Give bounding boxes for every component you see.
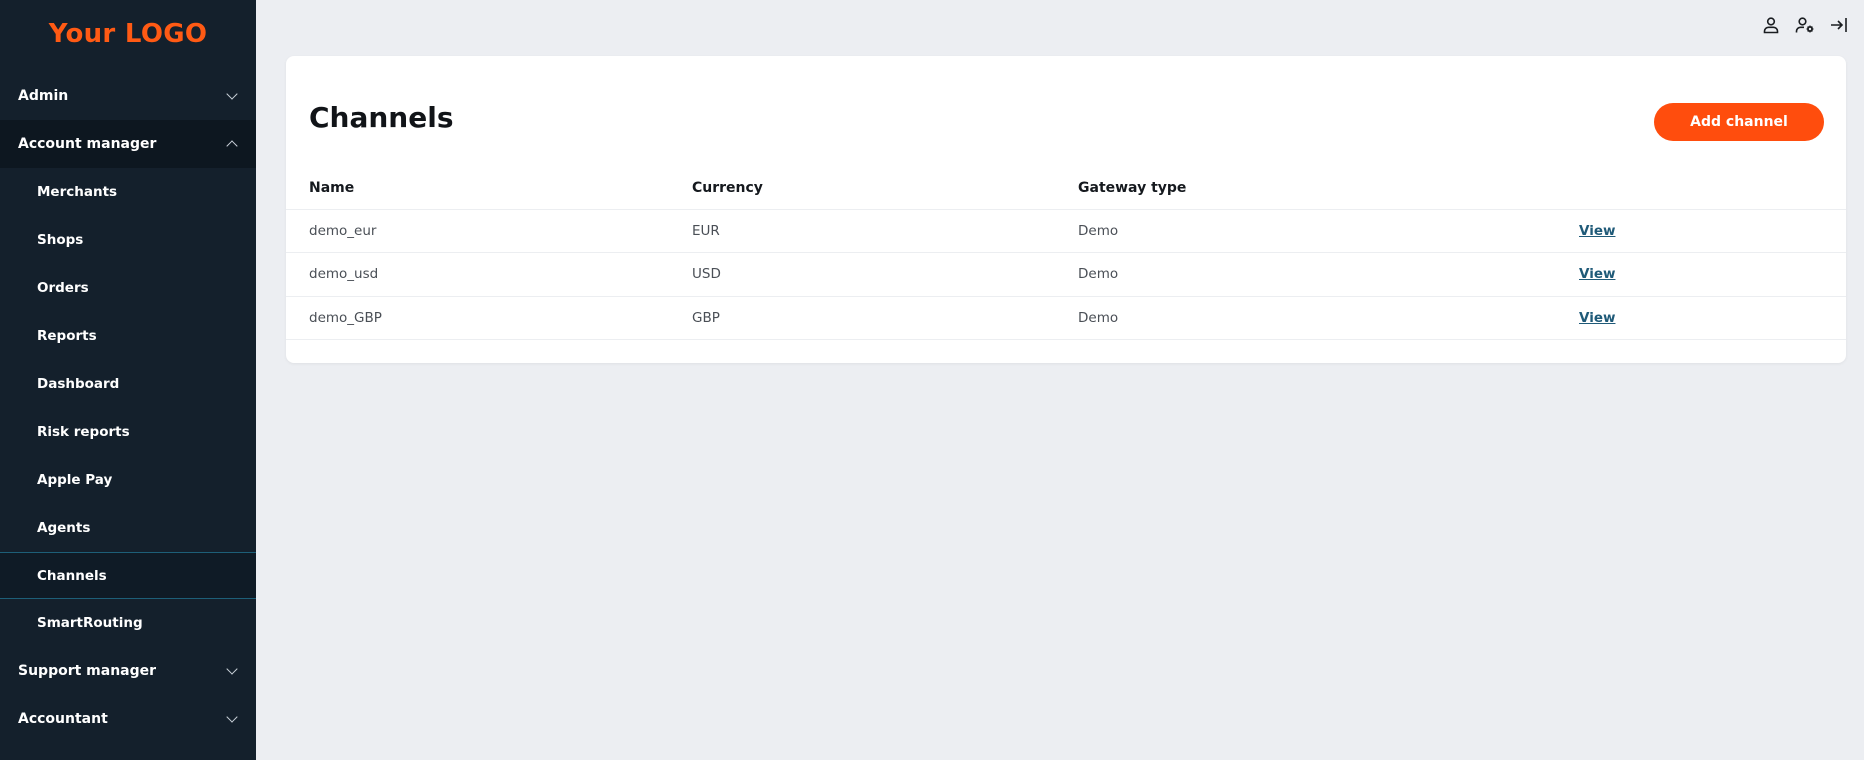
table-row: demo_usd USD Demo View: [286, 252, 1846, 297]
view-link[interactable]: View: [1579, 223, 1615, 239]
chevron-down-icon: [226, 663, 238, 675]
view-link[interactable]: View: [1579, 310, 1615, 326]
sidebar-item-risk-reports[interactable]: Risk reports: [0, 408, 256, 456]
sidebar-item-merchants[interactable]: Merchants: [0, 168, 256, 216]
channels-table: Name Currency Gateway type demo_eur EUR …: [286, 164, 1846, 340]
sidebar-item-agents[interactable]: Agents: [0, 504, 256, 552]
column-header-gateway-type: Gateway type: [1078, 164, 1579, 210]
table-row: demo_eur EUR Demo View: [286, 209, 1846, 253]
cell-gateway-type: Demo: [1078, 252, 1579, 297]
logout-icon[interactable]: [1828, 14, 1850, 36]
column-header-name: Name: [286, 164, 692, 210]
column-header-currency: Currency: [692, 164, 1078, 210]
chevron-down-icon: [226, 711, 238, 723]
cell-currency: USD: [692, 252, 1078, 297]
page-title: Channels: [309, 101, 454, 134]
sidebar-item-apple-pay[interactable]: Apple Pay: [0, 456, 256, 504]
cell-action: View: [1579, 209, 1846, 253]
chevron-up-icon: [226, 140, 238, 152]
user-settings-icon[interactable]: [1794, 14, 1816, 36]
nav-group-admin[interactable]: Admin: [0, 72, 256, 120]
nav-group-support-manager[interactable]: Support manager: [0, 647, 256, 695]
add-channel-button[interactable]: Add channel: [1654, 103, 1824, 141]
nav-group-account-manager[interactable]: Account manager: [0, 120, 256, 168]
cell-name: demo_GBP: [286, 296, 692, 340]
sidebar-item-orders[interactable]: Orders: [0, 264, 256, 312]
view-link[interactable]: View: [1579, 266, 1615, 282]
user-icon[interactable]: [1760, 14, 1782, 36]
nav-group-label: Admin: [18, 88, 69, 104]
sidebar-item-shops[interactable]: Shops: [0, 216, 256, 264]
sidebar: Your LOGO Admin Account manager Merchant…: [0, 0, 256, 760]
cell-action: View: [1579, 252, 1846, 297]
logo: Your LOGO: [48, 19, 208, 49]
nav-group-label: Accountant: [18, 711, 108, 727]
cell-action: View: [1579, 296, 1846, 340]
sidebar-item-dashboard[interactable]: Dashboard: [0, 360, 256, 408]
nav-group-label: Support manager: [18, 663, 157, 679]
cell-gateway-type: Demo: [1078, 209, 1579, 253]
topbar-icons: [1760, 14, 1850, 36]
cell-currency: GBP: [692, 296, 1078, 340]
chevron-down-icon: [226, 88, 238, 100]
cell-gateway-type: Demo: [1078, 296, 1579, 340]
sidebar-item-smartrouting[interactable]: SmartRouting: [0, 599, 256, 647]
table-row: demo_GBP GBP Demo View: [286, 296, 1846, 340]
channels-card: Channels Add channel Name Currency Gatew…: [286, 56, 1846, 363]
sidebar-item-channels[interactable]: Channels: [0, 552, 256, 599]
column-header-action: [1579, 164, 1846, 210]
cell-currency: EUR: [692, 209, 1078, 253]
cell-name: demo_usd: [286, 252, 692, 297]
nav-group-label: Account manager: [18, 136, 157, 152]
sidebar-item-reports[interactable]: Reports: [0, 312, 256, 360]
table-header-row: Name Currency Gateway type: [286, 164, 1846, 210]
cell-name: demo_eur: [286, 209, 692, 253]
nav-group-accountant[interactable]: Accountant: [0, 695, 256, 743]
